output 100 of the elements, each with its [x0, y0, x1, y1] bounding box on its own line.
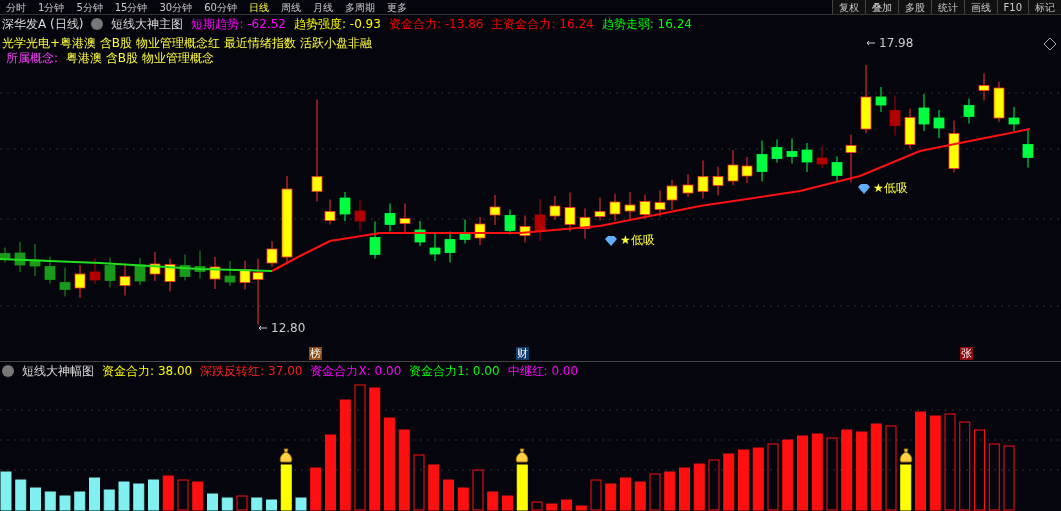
volume-bar	[0, 471, 12, 511]
volume-bar	[162, 475, 174, 511]
volume-bar	[634, 481, 646, 511]
candlestick	[384, 203, 396, 232]
candlestick	[474, 216, 486, 246]
candlestick	[44, 256, 56, 284]
volume-bar	[177, 479, 189, 511]
diamond-icon[interactable]	[1043, 37, 1057, 51]
candlestick	[639, 194, 651, 219]
volume-bar	[74, 491, 86, 511]
candlestick	[194, 250, 206, 279]
concept-text: 光学光电+粤港澳 含B股 物业管理概念红 最近情绪指数 活跃小盘非融	[2, 35, 372, 52]
candlestick	[845, 134, 857, 183]
candlestick	[624, 191, 636, 222]
volume-bar	[44, 491, 56, 511]
volume-bar	[280, 464, 292, 511]
volume-bar	[708, 459, 720, 511]
volume-bar	[575, 505, 587, 511]
candlestick	[875, 86, 887, 113]
candlestick	[119, 263, 131, 296]
period-tab[interactable]: 分时	[0, 0, 32, 14]
period-tab[interactable]: 5分钟	[70, 0, 109, 14]
candlestick	[904, 108, 916, 149]
candlestick	[666, 179, 678, 211]
candlestick	[860, 65, 872, 134]
candlestick	[697, 160, 709, 199]
volume-bar	[782, 439, 794, 511]
volume-bar	[295, 497, 307, 511]
volume-bar	[251, 497, 263, 511]
volume-bar	[752, 447, 764, 511]
period-tab[interactable]: 多周期	[338, 0, 381, 14]
volume-bar	[428, 464, 440, 511]
period-tab[interactable]: 更多	[380, 0, 413, 14]
volume-bar	[649, 473, 661, 511]
toolbar-button[interactable]: 多股	[897, 0, 931, 14]
candlestick	[727, 149, 739, 186]
volume-bar	[15, 479, 27, 511]
low-price-label: 12.80	[271, 321, 306, 335]
candlestick	[59, 267, 71, 297]
concept-list: 粤港澳 含B股 物业管理概念	[66, 50, 214, 67]
candlestick	[14, 241, 26, 273]
arrow-icon	[866, 40, 876, 46]
volume-bar	[30, 487, 41, 511]
volume-bar	[103, 489, 115, 511]
diamond-icon	[604, 234, 618, 247]
volume-bar	[679, 467, 690, 511]
volume-bar	[310, 467, 322, 511]
candlestick	[149, 251, 161, 282]
high-price-label: 17.98	[879, 36, 914, 50]
volume-bar	[133, 483, 145, 511]
volume-bar	[118, 481, 130, 511]
period-tab[interactable]: 15分钟	[108, 0, 154, 14]
candlestick	[89, 257, 101, 285]
period-tab[interactable]: 周线	[274, 0, 307, 14]
candlestick	[504, 209, 516, 235]
candlestick	[534, 198, 546, 242]
volume-bar	[693, 463, 705, 511]
candlestick	[444, 231, 456, 263]
indicator-name: 短线大神主图	[111, 15, 184, 33]
indicator-value: 主资金合力: 16.24	[491, 15, 594, 33]
period-tab[interactable]: 日线	[242, 0, 275, 14]
period-tab[interactable]: 60分钟	[198, 0, 243, 14]
candlestick	[339, 191, 351, 222]
event-marker[interactable]: 财	[516, 347, 529, 360]
volume-bar	[487, 491, 499, 511]
toolbar-button[interactable]: 统计	[930, 0, 964, 14]
volume-bar	[207, 493, 218, 511]
candlestick	[609, 193, 621, 222]
volume-bar	[457, 487, 469, 511]
indicator-value: 深跌反转红: 37.00	[200, 362, 303, 380]
volume-bar	[472, 469, 484, 511]
candlestick	[963, 98, 975, 124]
indicator-value: 资金合力: -13.86	[388, 15, 484, 33]
candlestick	[1022, 128, 1034, 168]
volume-bar	[561, 499, 572, 511]
candlestick	[564, 192, 576, 232]
volume-bar	[900, 464, 912, 511]
toolbar-button[interactable]: 画线	[963, 0, 997, 14]
toolbar-button[interactable]: 叠加	[864, 0, 898, 14]
indicator-name: 短线大神幅图	[22, 362, 94, 380]
candlestick	[489, 194, 501, 226]
candlestick	[549, 195, 561, 221]
period-tab[interactable]: 月线	[306, 0, 339, 14]
indicator-value: 短期趋势: -62.52	[191, 15, 286, 33]
volume-bar	[236, 495, 248, 511]
indicator-value: 趋势强度: -0.93	[293, 15, 381, 33]
toolbar-button[interactable]: 标记	[1028, 0, 1061, 14]
period-tab[interactable]: 30分钟	[153, 0, 199, 14]
candlestick	[224, 260, 236, 287]
stock-title: 深华发A (日线)	[2, 15, 84, 33]
toolbar-button[interactable]: F10	[996, 0, 1028, 14]
period-tab[interactable]: 1分钟	[32, 0, 71, 14]
candlestick	[933, 109, 945, 139]
event-marker[interactable]: 榜	[309, 347, 322, 360]
candlestick	[1008, 106, 1020, 132]
toolbar-button[interactable]: 复权	[831, 0, 865, 14]
indicator-value: 资金合力: 38.00	[102, 362, 193, 380]
volume-bar	[767, 443, 779, 511]
event-marker[interactable]: 张	[960, 347, 973, 360]
candlestick	[594, 197, 606, 221]
